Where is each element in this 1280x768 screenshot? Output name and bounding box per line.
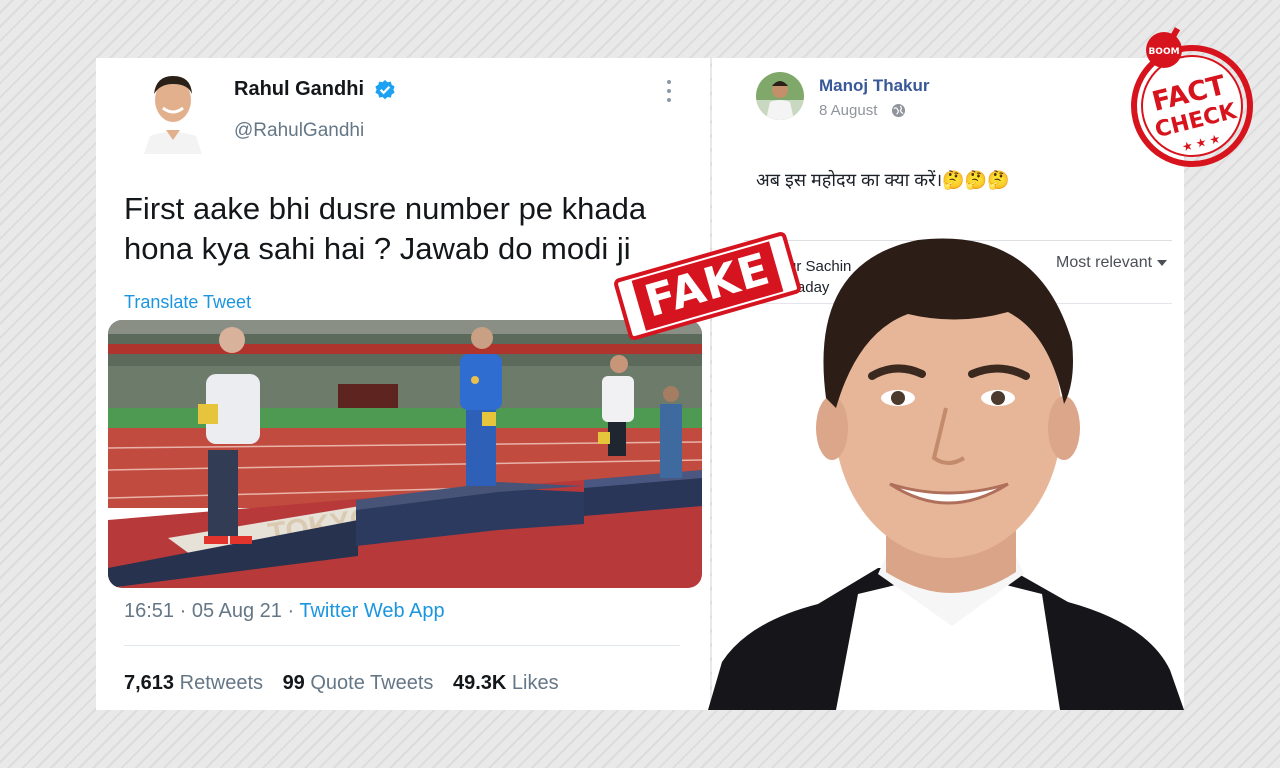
retweets-label: Retweets	[179, 672, 263, 694]
globe-icon	[891, 103, 906, 118]
fact-check-seal-icon: FACT CHECK ★ ★ ★ BOOM	[1131, 27, 1253, 167]
divider	[124, 645, 680, 646]
quote-tweets-stat[interactable]: 99 Quote Tweets	[283, 672, 434, 694]
quote-tweets-label: Quote Tweets	[310, 672, 434, 694]
retweets-count: 7,613	[124, 672, 175, 694]
facebook-author-name[interactable]: Manoj Thakur	[819, 76, 930, 96]
likes-stat[interactable]: 49.3K Likes	[453, 672, 559, 694]
tweet-date[interactable]: 05 Aug 21	[192, 600, 282, 622]
fact-check-brand: BOOM	[1148, 47, 1179, 57]
facebook-post-date[interactable]: 8 August	[819, 102, 877, 119]
facebook-post-text: अब इस महोदय का क्या करें।🤔🤔🤔	[756, 170, 1010, 190]
quote-tweets-count: 99	[282, 672, 305, 694]
retweets-stat[interactable]: 7,613 Retweets	[124, 672, 263, 694]
tweet-author-name[interactable]: Rahul Gandhi	[234, 78, 364, 101]
tweet-author-handle[interactable]: @RahulGandhi	[234, 120, 364, 142]
tweet-photo[interactable]: TOKYO	[108, 320, 702, 588]
more-options-icon[interactable]	[658, 76, 680, 106]
tweet-text: First aake bhi dusre number pe khada hon…	[124, 191, 647, 266]
likes-label: Likes	[511, 672, 559, 694]
facebook-author-avatar[interactable]	[756, 72, 804, 120]
tweet-author-avatar[interactable]	[144, 70, 202, 154]
verified-badge-icon	[375, 80, 395, 100]
likes-count: 49.3K	[452, 672, 507, 694]
meta-dot: ·	[179, 600, 192, 622]
translate-tweet-link[interactable]: Translate Tweet	[124, 292, 251, 313]
tweet-card: Rahul Gandhi @RahulGandhi First aake bhi…	[96, 58, 710, 710]
tweet-engagement-stats: 7,613 Retweets 99 Quote Tweets 49.3K Lik…	[124, 672, 573, 695]
tweet-time[interactable]: 16:51	[124, 600, 174, 622]
tweet-metadata: 16:51 · 05 Aug 21 · Twitter Web App	[124, 600, 445, 623]
meta-dot: ·	[287, 600, 300, 622]
tweet-source-link[interactable]: Twitter Web App	[299, 600, 444, 622]
